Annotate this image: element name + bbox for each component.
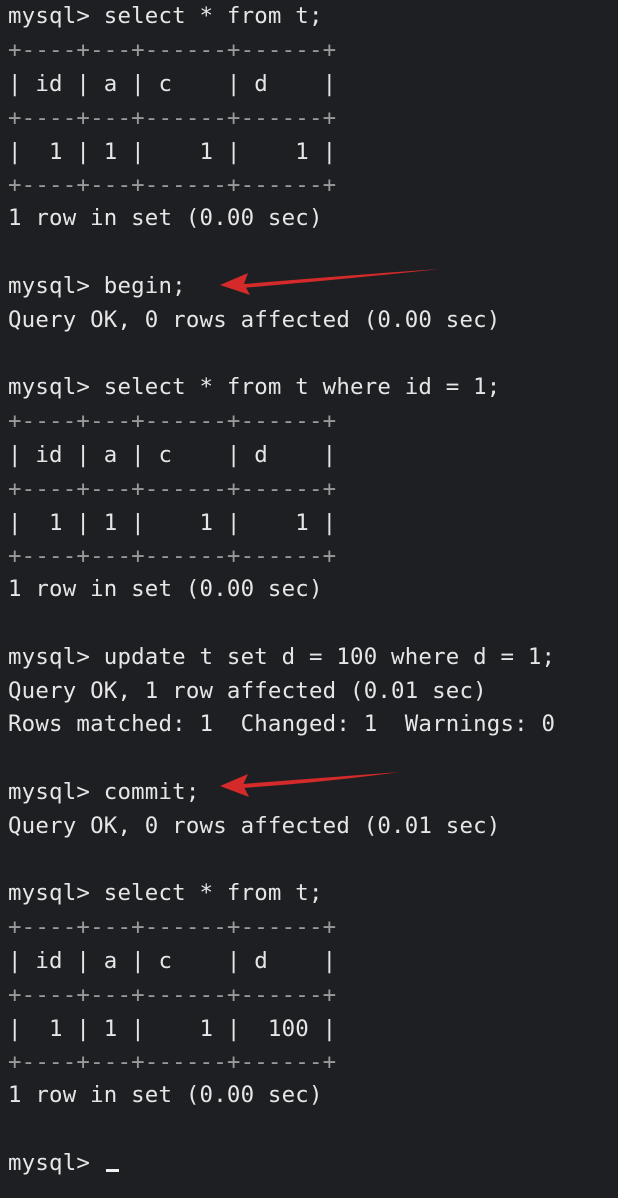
command-line: mysql> commit; [8,779,200,805]
table-border: +----+---+------+------+ [8,476,337,502]
table-header: | id | a | c | d | [8,442,337,468]
table-header: | id | a | c | d | [8,948,337,974]
command-line: mysql> select * from t where id = 1; [8,374,501,400]
text-cursor [105,1169,119,1172]
red-arrow-icon [220,772,400,797]
table-header: | id | a | c | d | [8,71,337,97]
table-border: +----+---+------+------+ [8,37,337,63]
table-row: | 1 | 1 | 1 | 1 | [8,139,337,165]
command-line: mysql> select * from t; [8,880,323,906]
table-border: +----+---+------+------+ [8,982,337,1008]
result-status: Rows matched: 1 Changed: 1 Warnings: 0 [8,711,556,737]
result-status: 1 row in set (0.00 sec) [8,205,323,231]
command-line: mysql> update t set d = 100 where d = 1; [8,644,556,670]
table-row: | 1 | 1 | 1 | 100 | [8,1016,337,1042]
result-status: Query OK, 1 row affected (0.01 sec) [8,678,487,704]
table-border: +----+---+------+------+ [8,105,337,131]
table-border: +----+---+------+------+ [8,1049,337,1075]
table-border: +----+---+------+------+ [8,914,337,940]
table-row: | 1 | 1 | 1 | 1 | [8,510,337,536]
prompt-text: mysql> [8,1150,104,1176]
result-status: 1 row in set (0.00 sec) [8,576,323,602]
prompt-line[interactable]: mysql> [8,1148,119,1178]
result-status: Query OK, 0 rows affected (0.00 sec) [8,307,501,333]
result-status: 1 row in set (0.00 sec) [8,1082,323,1108]
command-line: mysql> begin; [8,273,186,299]
command-line: mysql> select * from t; [8,3,323,29]
result-status: Query OK, 0 rows affected (0.01 sec) [8,813,501,839]
table-border: +----+---+------+------+ [8,408,337,434]
table-border: +----+---+------+------+ [8,543,337,569]
red-arrow-icon [220,269,440,295]
table-border: +----+---+------+------+ [8,172,337,198]
